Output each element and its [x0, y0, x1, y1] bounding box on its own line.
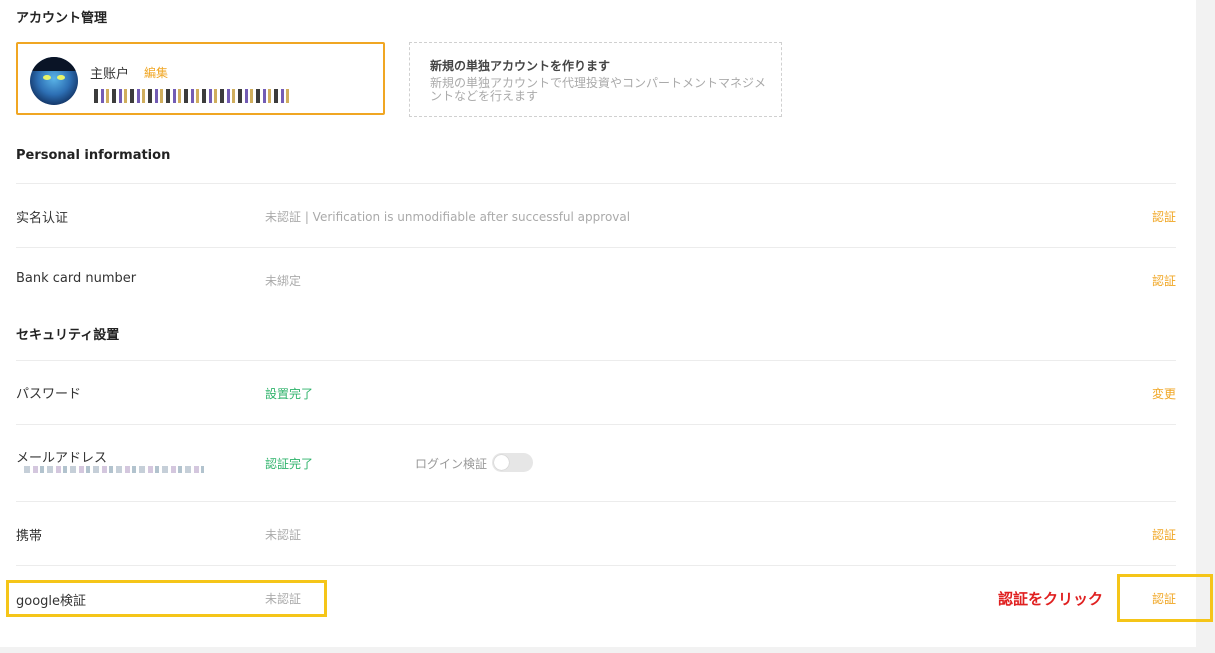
- mobile-label: 携帯: [16, 529, 43, 544]
- divider: [16, 360, 1176, 361]
- sub-account-description: 新規の単独アカウントで代理投資やコンパートメントマネジメントなどを行えます: [430, 76, 767, 103]
- mobile-auth-button[interactable]: 認証: [1150, 526, 1176, 543]
- real-name-auth-button[interactable]: 認証: [1150, 208, 1176, 225]
- real-name-auth-label: 实名认证: [16, 211, 69, 226]
- sub-account-title: 新規の単独アカウントを作ります: [430, 59, 611, 73]
- email-status: 認証完了: [265, 457, 314, 471]
- login-verify-label: ログイン検証: [415, 457, 488, 471]
- bank-card-auth-button[interactable]: 認証: [1150, 272, 1176, 289]
- password-status: 設置完了: [265, 387, 314, 401]
- create-sub-account-card[interactable]: 新規の単独アカウントを作ります 新規の単独アカウントで代理投資やコンパートメント…: [409, 42, 782, 117]
- masked-account-id: [94, 89, 292, 103]
- main-account-card[interactable]: 主账户 編集: [16, 42, 385, 115]
- security-settings-title: セキュリティ設置: [16, 328, 120, 343]
- edit-account-link[interactable]: 編集: [144, 64, 168, 81]
- avatar: [30, 57, 78, 105]
- bank-card-label: Bank card number: [16, 271, 137, 286]
- password-label: パスワード: [16, 387, 82, 402]
- divider: [16, 424, 1176, 425]
- click-auth-callout: 認証をクリック: [998, 590, 1104, 608]
- login-verify-toggle[interactable]: [492, 453, 533, 472]
- google-auth-highlight: [6, 580, 327, 617]
- mobile-status: 未認証: [265, 528, 302, 542]
- email-label: メールアドレス: [16, 451, 108, 466]
- page-scroll-gutter: [1196, 0, 1215, 653]
- personal-info-title: Personal information: [16, 148, 171, 163]
- divider: [16, 247, 1176, 248]
- real-name-auth-status: 未認証 | Verification is unmodifiable after…: [265, 210, 631, 224]
- page-bottom-gutter: [0, 647, 1215, 653]
- divider: [16, 565, 1176, 566]
- divider: [16, 501, 1176, 502]
- auth-button-highlight: [1117, 574, 1213, 622]
- divider: [16, 183, 1176, 184]
- bank-card-status: 未綁定: [265, 274, 302, 288]
- change-password-button[interactable]: 変更: [1150, 385, 1176, 402]
- masked-email: [24, 466, 204, 473]
- main-account-label: 主账户: [90, 67, 130, 82]
- account-management-title: アカウント管理: [16, 11, 108, 26]
